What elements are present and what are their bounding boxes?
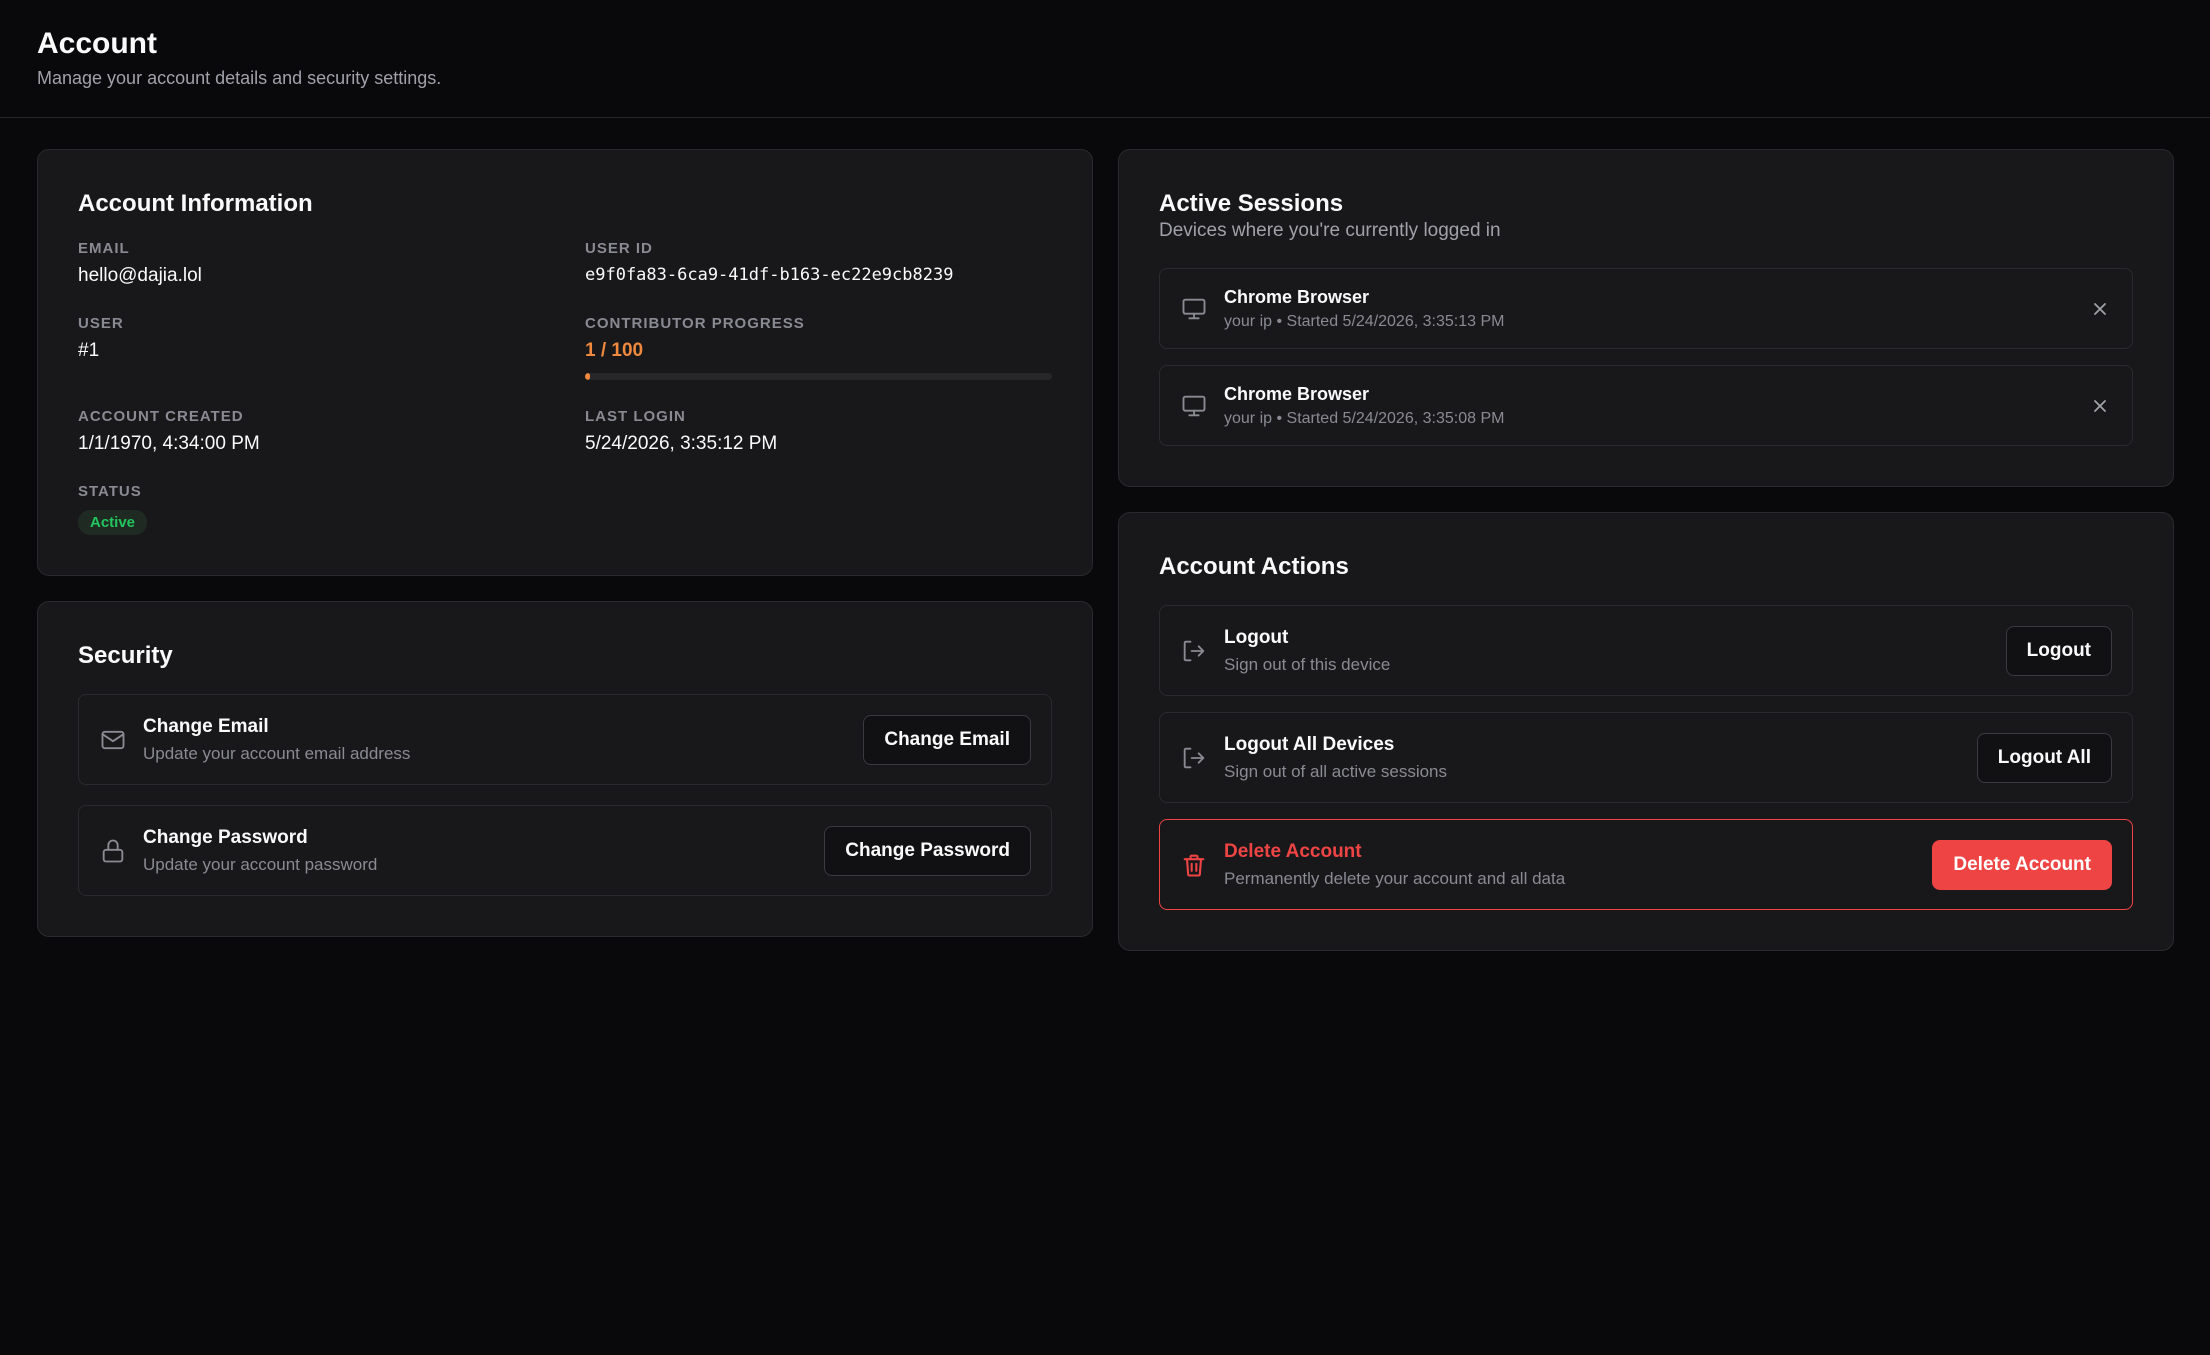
user-id-label: USER ID bbox=[585, 240, 653, 257]
row-subtitle: Permanently delete your account and all … bbox=[1224, 868, 1566, 888]
right-column: Active Sessions Devices where you're cur… bbox=[1118, 149, 2174, 951]
page-title: Account bbox=[37, 27, 157, 60]
session-item: Chrome Browser your ip • Started 5/24/20… bbox=[1159, 268, 2133, 349]
close-icon[interactable] bbox=[2088, 394, 2112, 418]
status-label: STATUS bbox=[78, 483, 142, 500]
delete-account-row: Delete Account Permanently delete your a… bbox=[1159, 819, 2133, 910]
monitor-icon bbox=[1180, 392, 1208, 420]
card-title: Account Actions bbox=[1159, 553, 1349, 580]
close-icon[interactable] bbox=[2088, 297, 2112, 321]
change-password-button[interactable]: Change Password bbox=[824, 825, 1031, 876]
logout-all-button[interactable]: Logout All bbox=[1976, 732, 2112, 783]
email-value: hello@dajia.lol bbox=[78, 265, 202, 286]
email-cell: EMAIL hello@dajia.lol bbox=[78, 240, 545, 287]
progress-value: 1 / 100 bbox=[585, 340, 644, 361]
created-cell: ACCOUNT CREATED 1/1/1970, 4:34:00 PM bbox=[78, 408, 545, 455]
row-title: Change Password bbox=[143, 826, 308, 848]
card-title: Account Information bbox=[78, 190, 313, 217]
session-subtitle: your ip • Started 5/24/2026, 3:35:08 PM bbox=[1224, 409, 1505, 427]
info-grid: EMAIL hello@dajia.lol USER ID e9f0fa83-6… bbox=[78, 240, 1052, 563]
security-card: Security Change Email Update your accoun… bbox=[37, 601, 1093, 937]
row-subtitle: Update your account password bbox=[143, 854, 378, 874]
logout-all-row: Logout All Devices Sign out of all activ… bbox=[1159, 712, 2133, 803]
session-subtitle: your ip • Started 5/24/2026, 3:35:13 PM bbox=[1224, 312, 1505, 330]
user-label: USER bbox=[78, 315, 124, 332]
session-item: Chrome Browser your ip • Started 5/24/20… bbox=[1159, 365, 2133, 446]
page-header: Account Manage your account details and … bbox=[0, 0, 2210, 118]
logout-icon bbox=[1180, 744, 1208, 772]
row-title: Delete Account bbox=[1224, 840, 1362, 862]
change-email-row: Change Email Update your account email a… bbox=[78, 694, 1052, 785]
user-value: #1 bbox=[78, 340, 100, 361]
row-subtitle: Sign out of this device bbox=[1224, 654, 1391, 674]
session-title: Chrome Browser bbox=[1224, 383, 1370, 404]
change-password-row: Change Password Update your account pass… bbox=[78, 805, 1052, 896]
mail-icon bbox=[99, 726, 127, 754]
status-cell: STATUS Active bbox=[78, 483, 545, 535]
change-email-button[interactable]: Change Email bbox=[863, 714, 1031, 765]
account-information-card: Account Information EMAIL hello@dajia.lo… bbox=[37, 149, 1093, 576]
progress-label: CONTRIBUTOR PROGRESS bbox=[585, 315, 805, 332]
account-actions-card: Account Actions Logout Sign out of this … bbox=[1118, 512, 2174, 951]
row-subtitle: Update your account email address bbox=[143, 743, 411, 763]
row-title: Logout All Devices bbox=[1224, 733, 1395, 755]
logout-button[interactable]: Logout bbox=[2005, 625, 2112, 676]
trash-icon bbox=[1180, 851, 1208, 879]
card-description: Devices where you're currently logged in bbox=[1159, 220, 1501, 241]
user-cell: USER #1 bbox=[78, 315, 545, 380]
row-text: Change Password Update your account pass… bbox=[143, 827, 824, 875]
progress-bar-fill bbox=[585, 373, 590, 380]
lock-icon bbox=[99, 837, 127, 865]
row-subtitle: Sign out of all active sessions bbox=[1224, 761, 1448, 781]
logout-row: Logout Sign out of this device Logout bbox=[1159, 605, 2133, 696]
last-login-cell: LAST LOGIN 5/24/2026, 3:35:12 PM bbox=[585, 408, 1052, 455]
row-title: Logout bbox=[1224, 626, 1289, 648]
last-login-label: LAST LOGIN bbox=[585, 408, 686, 425]
row-text: Change Email Update your account email a… bbox=[143, 716, 863, 764]
last-login-value: 5/24/2026, 3:35:12 PM bbox=[585, 433, 778, 454]
active-sessions-card: Active Sessions Devices where you're cur… bbox=[1118, 149, 2174, 487]
user-id-value: e9f0fa83-6ca9-41df-b163-ec22e9cb8239 bbox=[585, 265, 954, 285]
card-title: Active Sessions bbox=[1159, 190, 1344, 217]
user-id-cell: USER ID e9f0fa83-6ca9-41df-b163-ec22e9cb… bbox=[585, 240, 1052, 287]
row-text: Logout Sign out of this device bbox=[1224, 627, 2006, 675]
status-badge: Active bbox=[78, 510, 148, 535]
row-text: Chrome Browser your ip • Started 5/24/20… bbox=[1224, 384, 2088, 428]
row-title: Change Email bbox=[143, 715, 269, 737]
monitor-icon bbox=[1180, 295, 1208, 323]
progress-cell: CONTRIBUTOR PROGRESS 1 / 100 bbox=[585, 315, 1052, 380]
email-label: EMAIL bbox=[78, 240, 130, 257]
row-text: Delete Account Permanently delete your a… bbox=[1224, 841, 1932, 889]
logout-icon bbox=[1180, 637, 1208, 665]
row-text: Logout All Devices Sign out of all activ… bbox=[1224, 734, 1977, 782]
session-title: Chrome Browser bbox=[1224, 286, 1370, 307]
created-label: ACCOUNT CREATED bbox=[78, 408, 244, 425]
page-subtitle: Manage your account details and security… bbox=[37, 68, 442, 88]
content-grid: Account Information EMAIL hello@dajia.lo… bbox=[37, 149, 2174, 951]
left-column: Account Information EMAIL hello@dajia.lo… bbox=[37, 149, 1093, 951]
delete-account-button[interactable]: Delete Account bbox=[1932, 839, 2112, 890]
row-text: Chrome Browser your ip • Started 5/24/20… bbox=[1224, 287, 2088, 331]
card-title: Security bbox=[78, 642, 173, 669]
progress-bar bbox=[585, 373, 1052, 380]
created-value: 1/1/1970, 4:34:00 PM bbox=[78, 433, 260, 454]
